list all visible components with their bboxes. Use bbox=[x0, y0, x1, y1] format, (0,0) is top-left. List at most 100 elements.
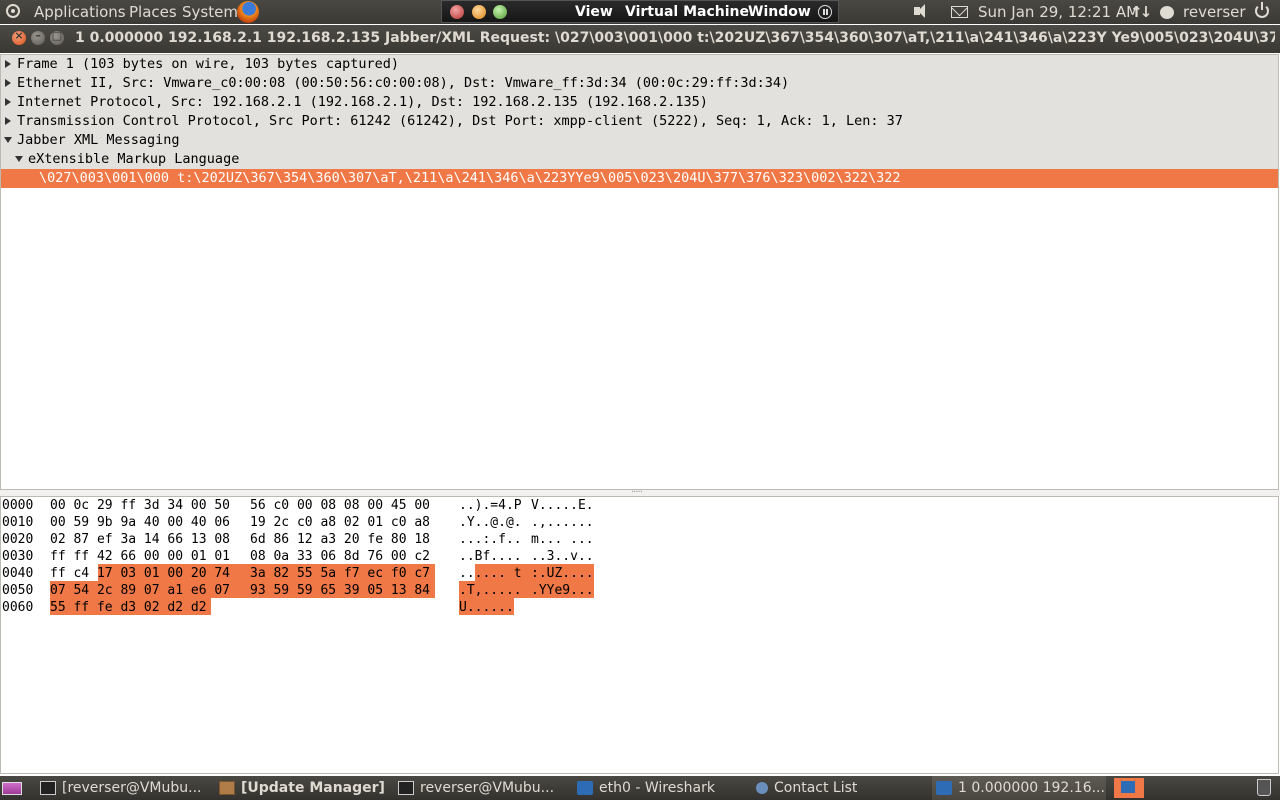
ascii-bytes[interactable]: ..3..v.. bbox=[531, 548, 594, 565]
ascii-bytes[interactable]: .T,..... bbox=[459, 582, 522, 599]
firefox-launcher-icon[interactable] bbox=[237, 1, 259, 23]
tree-row-xml[interactable]: eXtensible Markup Language bbox=[1, 150, 1278, 169]
expand-arrow-icon[interactable] bbox=[5, 79, 11, 87]
taskbar-item-terminal-1[interactable]: [reverser@VMubu... bbox=[40, 776, 212, 800]
wireshark-tray-icon[interactable] bbox=[1114, 778, 1144, 798]
hex-row[interactable]: 0060 55 ff fe d3 02 d2 d2 U...... bbox=[1, 599, 1278, 616]
applications-menu[interactable]: Applications bbox=[34, 3, 126, 21]
taskbar-item-update-manager[interactable]: [Update Manager] bbox=[219, 776, 385, 800]
maximize-window-button[interactable]: □ bbox=[50, 29, 64, 45]
packet-details-pane[interactable]: Frame 1 (103 bytes on wire, 103 bytes ca… bbox=[0, 54, 1279, 490]
tree-row-frame[interactable]: Frame 1 (103 bytes on wire, 103 bytes ca… bbox=[1, 55, 1278, 74]
ascii-bytes[interactable]: ...:.f.. bbox=[459, 531, 522, 548]
hex-offset: 0010 bbox=[2, 515, 34, 530]
top-panel: Applications Places System View Virtual … bbox=[0, 0, 1280, 24]
minimize-window-button[interactable]: – bbox=[31, 29, 45, 45]
hex-row[interactable]: 0020 02 87 ef 3a 14 66 13 08 6d 86 12 a3… bbox=[1, 531, 1278, 548]
vm-pause-icon[interactable] bbox=[818, 5, 832, 19]
tree-row-tcp[interactable]: Transmission Control Protocol, Src Port:… bbox=[1, 112, 1278, 131]
hex-bytes[interactable]: 19 2c c0 a8 02 01 c0 a8 bbox=[250, 514, 430, 531]
user-menu[interactable]: reverser bbox=[1183, 3, 1246, 21]
trash-icon[interactable] bbox=[1257, 779, 1271, 796]
hex-bytes[interactable]: 93 59 59 65 39 05 13 84 bbox=[250, 582, 430, 599]
ascii-bytes[interactable]: ..Bf.... bbox=[459, 548, 522, 565]
collapse-arrow-icon[interactable] bbox=[4, 137, 12, 143]
tree-row-xml-data[interactable]: \027\003\001\000 t:\202UZ\367\354\360\30… bbox=[1, 169, 1278, 188]
taskbar-item-label: [reverser@VMubu... bbox=[62, 780, 202, 796]
ascii-bytes[interactable]: .,...... bbox=[531, 514, 594, 531]
taskbar-item-packet-window[interactable]: 1 0.000000 192.16... bbox=[932, 776, 1106, 800]
hex-offset: 0030 bbox=[2, 549, 34, 564]
hex-row[interactable]: 0040 ff c4 17 03 01 00 20 74 3a 82 55 5a… bbox=[1, 565, 1278, 582]
hex-bytes[interactable]: 00 0c 29 ff 3d 34 00 50 bbox=[50, 497, 230, 514]
taskbar-item-label: [Update Manager] bbox=[241, 780, 385, 796]
vm-menu-window[interactable]: Window bbox=[748, 4, 811, 20]
tree-row-ip[interactable]: Internet Protocol, Src: 192.168.2.1 (192… bbox=[1, 93, 1278, 112]
ascii-bytes[interactable]: m... ... bbox=[531, 531, 594, 548]
terminal-icon bbox=[398, 781, 414, 795]
vm-minimize-icon[interactable] bbox=[472, 5, 486, 19]
vm-menu-view[interactable]: View bbox=[575, 4, 613, 20]
hex-bytes[interactable]: 56 c0 00 08 08 00 45 00 bbox=[250, 497, 430, 514]
collapse-arrow-icon[interactable] bbox=[15, 156, 23, 162]
taskbar-item-terminal-2[interactable]: reverser@VMubu... bbox=[398, 776, 566, 800]
wireshark-icon bbox=[936, 781, 952, 795]
hex-offset: 0050 bbox=[2, 583, 34, 598]
ascii-bytes[interactable]: V.....E. bbox=[531, 497, 594, 514]
hex-bytes[interactable]: 3a 82 55 5a f7 ec f0 c7 bbox=[250, 565, 430, 582]
hex-bytes[interactable]: 07 54 2c 89 07 a1 e6 07 bbox=[50, 582, 230, 599]
hex-offset: 0000 bbox=[2, 498, 34, 513]
taskbar-item-contact-list[interactable]: Contact List bbox=[756, 776, 926, 800]
hex-bytes[interactable]: 00 59 9b 9a 40 00 40 06 bbox=[50, 514, 230, 531]
packet-bytes-pane[interactable]: 0000 00 0c 29 ff 3d 34 00 50 56 c0 00 08… bbox=[0, 496, 1279, 774]
hex-row[interactable]: 0010 00 59 9b 9a 40 00 40 06 19 2c c0 a8… bbox=[1, 514, 1278, 531]
window-title: 1 0.000000 192.168.2.1 192.168.2.135 Jab… bbox=[75, 30, 1275, 46]
contact-icon bbox=[756, 782, 768, 794]
hex-bytes[interactable]: 55 ff fe d3 02 d2 d2 bbox=[50, 599, 207, 616]
taskbar-item-label: Contact List bbox=[774, 780, 858, 796]
vm-menu-virtual-machine[interactable]: Virtual Machine bbox=[625, 4, 749, 20]
package-icon bbox=[219, 781, 235, 795]
hex-bytes[interactable]: 6d 86 12 a3 20 fe 80 18 bbox=[250, 531, 430, 548]
hex-row[interactable]: 0000 00 0c 29 ff 3d 34 00 50 56 c0 00 08… bbox=[1, 497, 1278, 514]
network-icon[interactable]: ↑↓ bbox=[1130, 3, 1152, 21]
expand-arrow-icon[interactable] bbox=[5, 117, 11, 125]
ascii-bytes[interactable]: .Y..@.@. bbox=[459, 514, 522, 531]
hex-row[interactable]: 0030 ff ff 42 66 00 00 01 01 08 0a 33 06… bbox=[1, 548, 1278, 565]
clock[interactable]: Sun Jan 29, 12:21 AM bbox=[978, 3, 1139, 21]
taskbar-item-label: reverser@VMubu... bbox=[420, 780, 555, 796]
ascii-bytes[interactable]: ..).=4.P bbox=[459, 497, 522, 514]
vm-maximize-icon[interactable] bbox=[493, 5, 507, 19]
hex-row[interactable]: 0050 07 54 2c 89 07 a1 e6 07 93 59 59 65… bbox=[1, 582, 1278, 599]
close-icon: × bbox=[14, 29, 24, 42]
maximize-icon: □ bbox=[51, 29, 63, 42]
hex-bytes[interactable]: 02 87 ef 3a 14 66 13 08 bbox=[50, 531, 230, 548]
close-window-button[interactable]: × bbox=[12, 29, 26, 45]
expand-arrow-icon[interactable] bbox=[5, 60, 11, 68]
expand-arrow-icon[interactable] bbox=[5, 98, 11, 106]
ascii-bytes[interactable]: ...... t bbox=[459, 565, 522, 582]
tree-row-label: Transmission Control Protocol, Src Port:… bbox=[17, 113, 903, 129]
places-menu[interactable]: Places bbox=[129, 3, 177, 21]
ascii-bytes[interactable]: :.UZ.... bbox=[531, 565, 594, 582]
taskbar-item-wireshark[interactable]: eth0 - Wireshark bbox=[577, 776, 747, 800]
system-menu[interactable]: System bbox=[182, 3, 238, 21]
ubuntu-logo-icon[interactable] bbox=[6, 4, 20, 18]
show-desktop-icon[interactable] bbox=[2, 782, 22, 795]
ascii-bytes[interactable]: U...... bbox=[459, 599, 514, 616]
hex-offset: 0020 bbox=[2, 532, 34, 547]
volume-icon[interactable] bbox=[914, 4, 925, 18]
vm-close-icon[interactable] bbox=[450, 5, 464, 19]
ascii-bytes[interactable]: .YYe9... bbox=[531, 582, 594, 599]
tree-row-jabber[interactable]: Jabber XML Messaging bbox=[1, 131, 1278, 150]
window-title-bar[interactable]: × – □ 1 0.000000 192.168.2.1 192.168.2.1… bbox=[0, 25, 1280, 53]
tree-row-label: Internet Protocol, Src: 192.168.2.1 (192… bbox=[17, 94, 708, 110]
mail-icon[interactable] bbox=[951, 6, 968, 18]
taskbar-item-label: 1 0.000000 192.16... bbox=[958, 780, 1105, 796]
tree-row-ethernet[interactable]: Ethernet II, Src: Vmware_c0:00:08 (00:50… bbox=[1, 74, 1278, 93]
user-status-icon[interactable] bbox=[1160, 6, 1174, 19]
hex-bytes[interactable]: ff ff 42 66 00 00 01 01 bbox=[50, 548, 230, 565]
power-icon[interactable] bbox=[1255, 2, 1269, 18]
hex-bytes[interactable]: 08 0a 33 06 8d 76 00 c2 bbox=[250, 548, 430, 565]
hex-bytes[interactable]: ff c4 17 03 01 00 20 74 bbox=[50, 565, 230, 582]
